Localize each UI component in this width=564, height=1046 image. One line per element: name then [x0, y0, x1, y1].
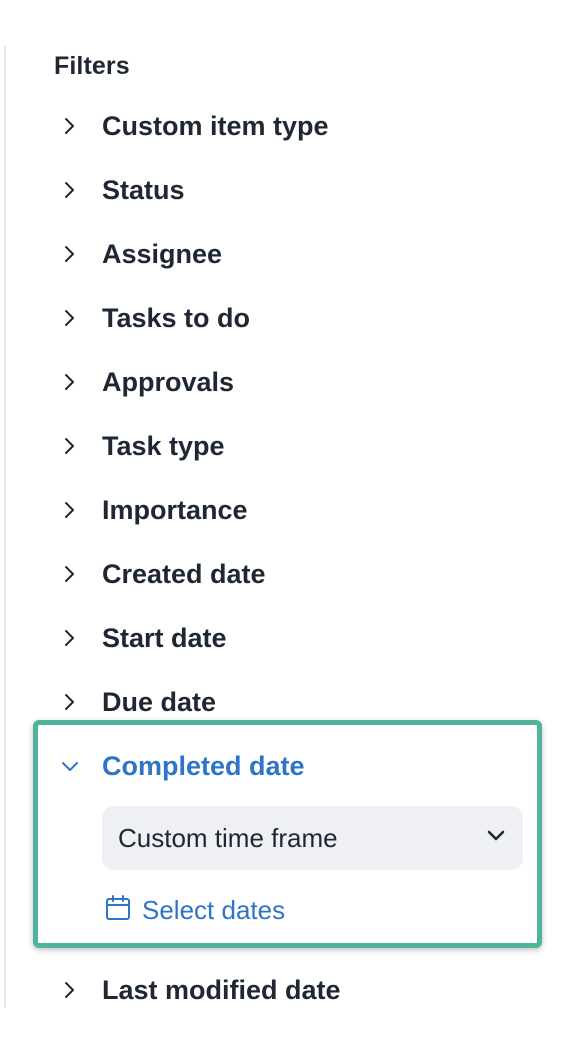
time-frame-select[interactable]: Custom time frame — [102, 806, 523, 870]
filter-label: Task type — [102, 430, 225, 461]
filter-label: Completed date — [102, 750, 305, 781]
filter-label: Tasks to do — [102, 302, 251, 333]
filters-title: Filters — [54, 52, 130, 80]
filter-approvals[interactable]: Approvals — [54, 362, 524, 402]
filter-label: Approvals — [102, 366, 235, 397]
filter-label: Created date — [102, 558, 266, 589]
time-frame-value: Custom time frame — [118, 822, 338, 853]
chevron-down-icon — [487, 829, 505, 847]
filter-label: Due date — [102, 686, 217, 717]
filter-label: Last modified date — [102, 974, 341, 1005]
calendar-icon — [104, 894, 132, 927]
filter-task-type[interactable]: Task type — [54, 426, 524, 466]
chevron-down-icon — [54, 750, 86, 782]
filter-start-date[interactable]: Start date — [54, 618, 524, 658]
select-dates-label: Select dates — [142, 894, 286, 925]
filter-label: Assignee — [102, 238, 223, 269]
filter-label: Start date — [102, 622, 227, 653]
filter-last-modified-date[interactable]: Last modified date — [54, 970, 524, 1010]
filter-label: Custom item type — [102, 110, 329, 141]
filter-importance[interactable]: Importance — [54, 490, 524, 530]
panel-divider — [4, 46, 6, 1008]
chevron-right-icon — [54, 110, 86, 142]
chevron-right-icon — [54, 430, 86, 462]
chevron-right-icon — [54, 686, 86, 718]
filter-label: Status — [102, 174, 185, 205]
filters-panel: Filters Custom item type Status Assignee… — [0, 0, 564, 1046]
chevron-right-icon — [54, 974, 86, 1006]
filter-label: Importance — [102, 494, 248, 525]
filter-status[interactable]: Status — [54, 170, 524, 210]
chevron-right-icon — [54, 238, 86, 270]
filter-custom-item-type[interactable]: Custom item type — [54, 106, 524, 146]
filter-tasks-to-do[interactable]: Tasks to do — [54, 298, 524, 338]
chevron-right-icon — [54, 558, 86, 590]
filter-due-date[interactable]: Due date — [54, 682, 524, 722]
chevron-right-icon — [54, 494, 86, 526]
filter-assignee[interactable]: Assignee — [54, 234, 524, 274]
chevron-right-icon — [54, 366, 86, 398]
filter-completed-date[interactable]: Completed date — [54, 746, 524, 786]
chevron-right-icon — [54, 302, 86, 334]
select-dates-link[interactable]: Select dates — [104, 890, 285, 930]
chevron-right-icon — [54, 174, 86, 206]
filter-created-date[interactable]: Created date — [54, 554, 524, 594]
chevron-right-icon — [54, 622, 86, 654]
